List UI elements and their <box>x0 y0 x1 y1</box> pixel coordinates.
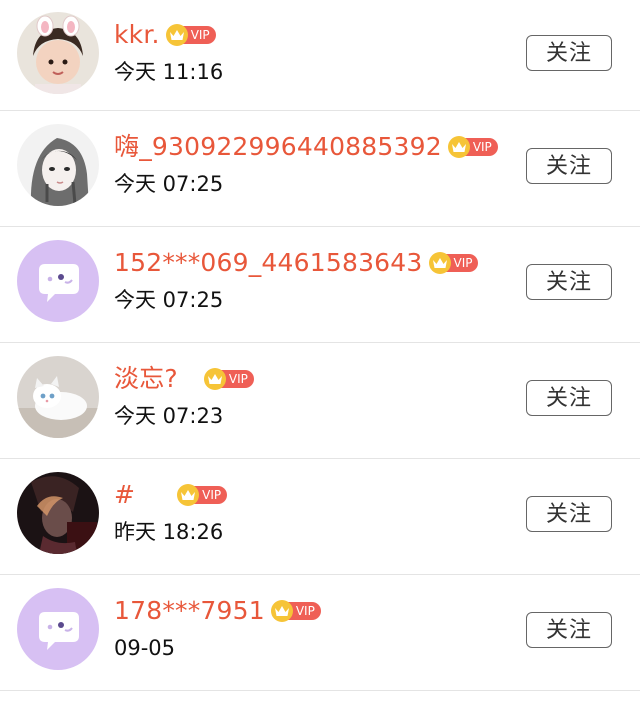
username[interactable]: # <box>114 477 135 513</box>
follow-time: 今天 11:16 <box>114 60 224 84</box>
name-line: 嗨_930922996440885392 VIP <box>114 129 498 165</box>
name-line: # VIP <box>114 477 228 513</box>
username[interactable]: 淡忘? <box>114 361 178 397</box>
username[interactable]: kkr. <box>114 17 160 53</box>
follow-time: 今天 07:23 <box>114 404 224 428</box>
list-item[interactable]: 152***069_4461583643 VIP 今天 07:25 关注 <box>0 227 640 343</box>
list-item[interactable]: 淡忘? VIP 今天 07:23 关注 <box>0 343 640 459</box>
avatar[interactable] <box>17 472 99 554</box>
crown-icon <box>428 252 451 274</box>
vip-badge: VIP <box>447 136 498 158</box>
avatar[interactable] <box>17 588 99 670</box>
crown-icon <box>203 368 226 390</box>
avatar[interactable] <box>17 240 99 322</box>
crown-icon <box>177 484 200 506</box>
follow-time: 今天 07:25 <box>114 288 224 312</box>
follow-time: 09-05 <box>114 636 176 660</box>
follow-button[interactable]: 关注 <box>526 35 612 71</box>
username[interactable]: 152***069_4461583643 <box>114 245 423 281</box>
vip-badge: VIP <box>177 484 228 506</box>
vip-badge: VIP <box>165 24 216 46</box>
avatar[interactable] <box>17 124 99 206</box>
list-item[interactable]: # VIP 昨天 18:26 关注 <box>0 459 640 575</box>
follow-button[interactable]: 关注 <box>526 264 612 300</box>
follow-button[interactable]: 关注 <box>526 612 612 648</box>
crown-icon <box>447 136 470 158</box>
crown-icon <box>270 600 293 622</box>
avatar[interactable] <box>17 12 99 94</box>
follow-button[interactable]: 关注 <box>526 496 612 532</box>
username[interactable]: 178***7951 <box>114 593 265 629</box>
list-item[interactable]: 178***7951 VIP 09-05 关注 <box>0 575 640 691</box>
vip-badge: VIP <box>270 600 321 622</box>
name-line: kkr. VIP <box>114 17 216 53</box>
follow-time: 今天 07:25 <box>114 172 224 196</box>
name-line: 178***7951 VIP <box>114 593 321 629</box>
vip-badge: VIP <box>428 252 479 274</box>
vip-badge: VIP <box>203 368 254 390</box>
avatar[interactable] <box>17 356 99 438</box>
list-item[interactable]: 嗨_930922996440885392 VIP 今天 07:25 关注 <box>0 111 640 227</box>
crown-icon <box>165 24 188 46</box>
list-item[interactable]: kkr. VIP 今天 11:16 关注 <box>0 0 640 111</box>
name-line: 淡忘? VIP <box>114 361 254 397</box>
follow-button[interactable]: 关注 <box>526 380 612 416</box>
follow-button[interactable]: 关注 <box>526 148 612 184</box>
name-line: 152***069_4461583643 VIP <box>114 245 479 281</box>
follow-time: 昨天 18:26 <box>114 520 224 544</box>
follow-list: kkr. VIP 今天 11:16 关注 嗨_93092299644088539… <box>0 0 640 707</box>
username[interactable]: 嗨_930922996440885392 <box>114 129 442 165</box>
